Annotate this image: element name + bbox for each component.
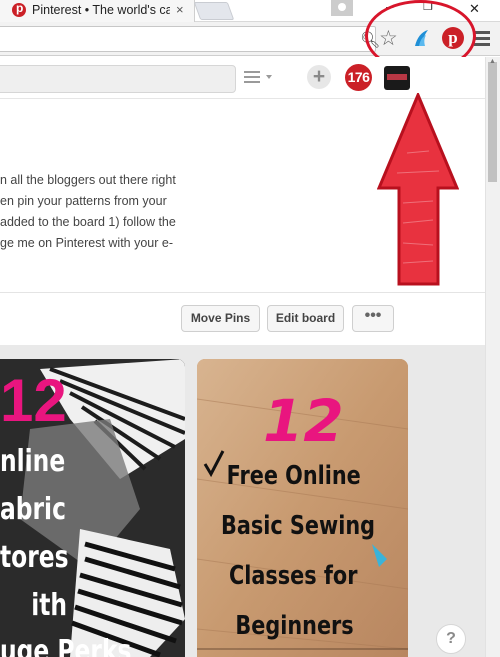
- pin-title-line: tores: [0, 540, 69, 575]
- scroll-up-arrow-icon[interactable]: ▲: [489, 58, 496, 65]
- tab-pinterest[interactable]: Pinterest • The world's cat ×: [0, 0, 195, 22]
- grid-layout-icon[interactable]: [244, 71, 274, 85]
- tab-title: Pinterest • The world's cat: [32, 3, 170, 17]
- pinterest-favicon-icon: [12, 1, 26, 17]
- pin-image: 12 nline abric tores ith uge Perks: [0, 359, 185, 657]
- blue-wing-extension-icon[interactable]: [411, 28, 431, 48]
- annotation-arrow: [377, 93, 459, 286]
- pin-card[interactable]: 12 Free Online Basic Sewing Classes for …: [197, 359, 408, 657]
- pin-title-line: Beginners: [235, 610, 353, 641]
- bookmark-star-icon[interactable]: ☆: [379, 26, 398, 51]
- pin-number: 12: [263, 387, 344, 455]
- pinterest-extension-icon[interactable]: p: [442, 27, 464, 49]
- move-pins-button[interactable]: Move Pins: [181, 305, 260, 332]
- pin-title-line: Free Online: [227, 460, 361, 491]
- description-line: en pin your patterns from your: [0, 194, 167, 208]
- pin-title-line: Basic Sewing: [221, 510, 375, 541]
- browser-toolbar: 🔍︎ ☆ p: [0, 22, 500, 56]
- more-options-button[interactable]: •••: [352, 305, 394, 332]
- address-bar[interactable]: [0, 26, 376, 52]
- notification-badge[interactable]: 176: [345, 64, 372, 91]
- restore-button[interactable]: ❐: [423, 0, 433, 13]
- browser-window: Pinterest • The world's cat × – ❐ ✕ 🔍︎ ☆…: [0, 0, 500, 657]
- pin-title-line: abric: [0, 492, 66, 527]
- new-tab-button[interactable]: [193, 2, 235, 20]
- pin-title-line: Classes for: [229, 560, 358, 591]
- pin-title-line: nline: [0, 444, 65, 479]
- profile-icon[interactable]: [331, 0, 353, 16]
- description-line: ge me on Pinterest with your e-: [0, 236, 173, 250]
- avatar[interactable]: [384, 66, 410, 90]
- pin-card[interactable]: 12 nline abric tores ith uge Perks: [0, 359, 185, 657]
- tab-strip: Pinterest • The world's cat × – ❐ ✕: [0, 0, 500, 22]
- description-line: n all the bloggers out there right: [0, 173, 176, 187]
- pin-title-line: uge Perks: [0, 634, 131, 657]
- minimize-button[interactable]: –: [386, 0, 393, 14]
- scrollbar-thumb[interactable]: [488, 62, 497, 182]
- hamburger-menu-icon[interactable]: [474, 31, 490, 49]
- edit-board-button[interactable]: Edit board: [267, 305, 344, 332]
- board-description: n all the bloggers out there right en pi…: [0, 170, 200, 254]
- pin-number: 12: [0, 367, 67, 434]
- help-button[interactable]: ?: [436, 624, 466, 654]
- pin-title-line: ith: [31, 588, 67, 623]
- pin-image: 12 Free Online Basic Sewing Classes for …: [197, 359, 408, 657]
- divider: [0, 292, 485, 293]
- search-input[interactable]: [0, 65, 236, 93]
- description-line: added to the board 1) follow the: [0, 215, 176, 229]
- zoom-magnifier-icon[interactable]: 🔍︎: [360, 30, 380, 50]
- tab-close-icon[interactable]: ×: [176, 2, 184, 17]
- pinterest-header: + 176: [0, 57, 485, 99]
- window-close-button[interactable]: ✕: [469, 1, 480, 17]
- add-pin-button[interactable]: +: [307, 65, 331, 89]
